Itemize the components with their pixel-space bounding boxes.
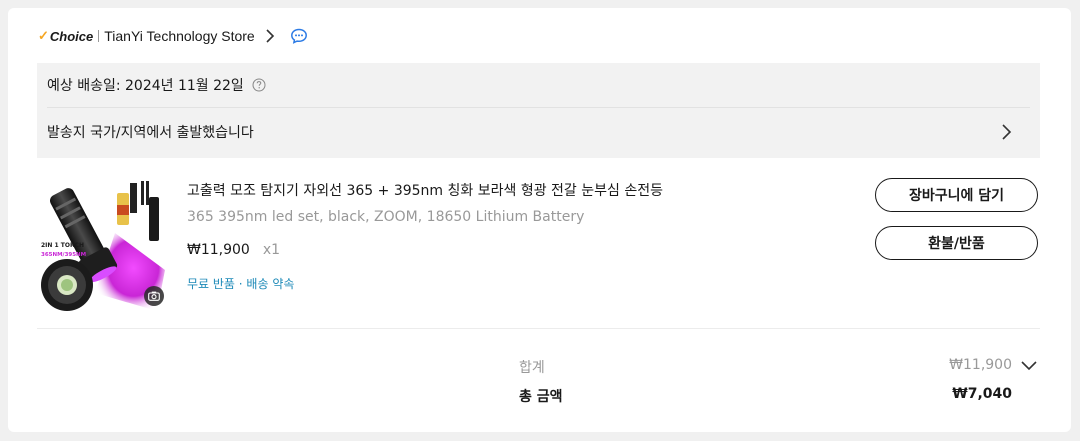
delivery-info: 예상 배송일: 2024년 11월 22일 발송지 국가/지역에서 출발했습니다	[37, 63, 1040, 158]
help-icon[interactable]	[252, 78, 266, 92]
product-variant: 365 395nm led set, black, ZOOM, 18650 Li…	[187, 209, 585, 225]
product-quantity: x1	[262, 242, 281, 258]
divider	[47, 107, 1030, 108]
refund-return-button[interactable]: 환불/반품	[875, 226, 1038, 260]
delivery-estimate-row: 예상 배송일: 2024년 11월 22일	[47, 73, 266, 97]
torch-label: 2IN 1 TORCH	[41, 242, 84, 249]
shipping-status-row[interactable]: 발송지 국가/지역에서 출발했습니다	[47, 120, 1030, 144]
total-label: 총 금액	[519, 389, 563, 405]
wavelength-label: 365NM/395NM	[41, 252, 86, 258]
divider	[37, 328, 1040, 329]
product-price-row: ₩11,900 x1	[187, 242, 280, 258]
choice-check-icon: ✓	[38, 28, 49, 43]
choice-label: Choice	[49, 28, 94, 44]
separator	[98, 30, 100, 42]
camera-icon	[148, 291, 160, 301]
chevron-right-icon[interactable]	[264, 28, 276, 44]
product-title[interactable]: 고출력 모조 탐지기 자외선 365 + 395nm 칭화 보라색 형광 전갈 …	[187, 180, 663, 200]
add-to-cart-button[interactable]: 장바구니에 담기	[875, 178, 1038, 212]
chat-icon[interactable]	[290, 27, 308, 45]
total-value: ₩7,040	[952, 386, 1012, 402]
choice-badge: ✓ Choice	[38, 28, 93, 44]
product-price: ₩11,900	[187, 242, 250, 258]
store-header: ✓ Choice TianYi Technology Store	[38, 26, 308, 46]
delivery-estimate: 예상 배송일: 2024년 11월 22일	[47, 78, 244, 94]
image-search-button[interactable]	[144, 286, 164, 306]
order-card: ✓ Choice TianYi Technology Store 예상 배송일:…	[8, 8, 1071, 432]
subtotal-label: 합계	[519, 360, 545, 376]
service-tags: 무료 반품 · 배송 약속	[187, 277, 295, 291]
chevron-down-icon[interactable]	[1020, 360, 1038, 372]
subtotal-value: ₩11,900	[949, 357, 1012, 373]
store-name-link[interactable]: TianYi Technology Store	[104, 28, 254, 44]
shipping-status: 발송지 국가/지역에서 출발했습니다	[47, 125, 254, 141]
chevron-right-icon[interactable]	[1000, 123, 1012, 141]
